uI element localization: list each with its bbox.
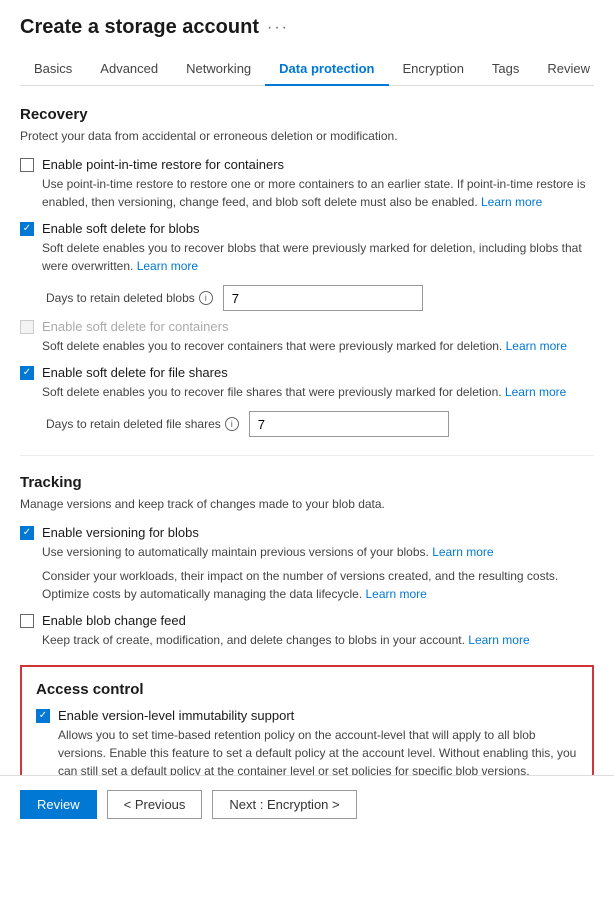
review-button[interactable]: Review [20, 790, 97, 819]
page-title-dots: ··· [267, 19, 289, 37]
tab-data-protection[interactable]: Data protection [265, 53, 388, 86]
label-immutability: Enable version-level immutability suppor… [58, 708, 578, 723]
tab-advanced[interactable]: Advanced [86, 53, 172, 86]
next-button[interactable]: Next : Encryption > [212, 790, 356, 819]
desc-point-in-time: Use point-in-time restore to restore one… [42, 175, 594, 211]
label-point-in-time: Enable point-in-time restore for contain… [42, 157, 594, 172]
recovery-desc: Protect your data from accidental or err… [20, 129, 594, 143]
blobs-days-row: Days to retain deleted blobs i [46, 285, 594, 311]
learn-more-versioning[interactable]: Learn more [432, 545, 493, 559]
blobs-days-info-icon[interactable]: i [199, 291, 213, 305]
tab-encryption[interactable]: Encryption [389, 53, 478, 86]
learn-more-change-feed[interactable]: Learn more [468, 633, 529, 647]
label-soft-delete-blobs: Enable soft delete for blobs [42, 221, 594, 236]
checkbox-soft-delete-blobs[interactable] [20, 222, 34, 236]
file-shares-days-row: Days to retain deleted file shares i [46, 411, 594, 437]
checkbox-immutability[interactable] [36, 709, 50, 723]
learn-more-sdb[interactable]: Learn more [137, 259, 198, 273]
checkbox-change-feed[interactable] [20, 614, 34, 628]
option-soft-delete-file-shares: Enable soft delete for file shares Soft … [20, 365, 594, 401]
checkbox-versioning[interactable] [20, 526, 34, 540]
tracking-title: Tracking [20, 474, 594, 491]
learn-more-pit[interactable]: Learn more [481, 195, 542, 209]
learn-more-sdc[interactable]: Learn more [506, 339, 567, 353]
option-change-feed: Enable blob change feed Keep track of cr… [20, 613, 594, 649]
access-control-title: Access control [36, 681, 578, 698]
tracking-section: Tracking Manage versions and keep track … [20, 474, 594, 649]
label-versioning: Enable versioning for blobs [42, 525, 594, 540]
file-shares-days-info-icon[interactable]: i [225, 417, 239, 431]
option-versioning: Enable versioning for blobs Use versioni… [20, 525, 594, 603]
file-shares-days-input[interactable] [249, 411, 449, 437]
option-point-in-time: Enable point-in-time restore for contain… [20, 157, 594, 211]
label-soft-delete-containers: Enable soft delete for containers [42, 319, 567, 334]
desc-soft-delete-containers: Soft delete enables you to recover conta… [42, 337, 567, 355]
tab-tags[interactable]: Tags [478, 53, 533, 86]
footer: Review < Previous Next : Encryption > [0, 775, 614, 833]
tab-networking[interactable]: Networking [172, 53, 265, 86]
learn-more-versioning-extra[interactable]: Learn more [365, 587, 426, 601]
recovery-title: Recovery [20, 106, 594, 123]
tracking-desc: Manage versions and keep track of change… [20, 497, 594, 511]
checkbox-point-in-time[interactable] [20, 158, 34, 172]
checkbox-soft-delete-file-shares[interactable] [20, 366, 34, 380]
desc-versioning: Use versioning to automatically maintain… [42, 543, 594, 561]
label-change-feed: Enable blob change feed [42, 613, 530, 628]
blobs-days-input[interactable] [223, 285, 423, 311]
tab-bar: Basics Advanced Networking Data protecti… [20, 53, 594, 86]
previous-button[interactable]: < Previous [107, 790, 203, 819]
recovery-section: Recovery Protect your data from accident… [20, 106, 594, 437]
option-soft-delete-containers: Enable soft delete for containers Soft d… [20, 319, 594, 355]
desc-soft-delete-file-shares: Soft delete enables you to recover file … [42, 383, 566, 401]
tab-review[interactable]: Review [533, 53, 604, 86]
file-shares-days-label: Days to retain deleted file shares i [46, 417, 239, 431]
desc-soft-delete-blobs: Soft delete enables you to recover blobs… [42, 239, 594, 275]
checkbox-soft-delete-containers[interactable] [20, 320, 34, 334]
label-soft-delete-file-shares: Enable soft delete for file shares [42, 365, 566, 380]
option-soft-delete-blobs: Enable soft delete for blobs Soft delete… [20, 221, 594, 275]
desc-change-feed: Keep track of create, modification, and … [42, 631, 530, 649]
desc-versioning-extra: Consider your workloads, their impact on… [42, 567, 594, 603]
tab-basics[interactable]: Basics [20, 53, 86, 86]
learn-more-sdfs[interactable]: Learn more [505, 385, 566, 399]
blobs-days-label: Days to retain deleted blobs i [46, 291, 213, 305]
page-title: Create a storage account [20, 16, 259, 39]
